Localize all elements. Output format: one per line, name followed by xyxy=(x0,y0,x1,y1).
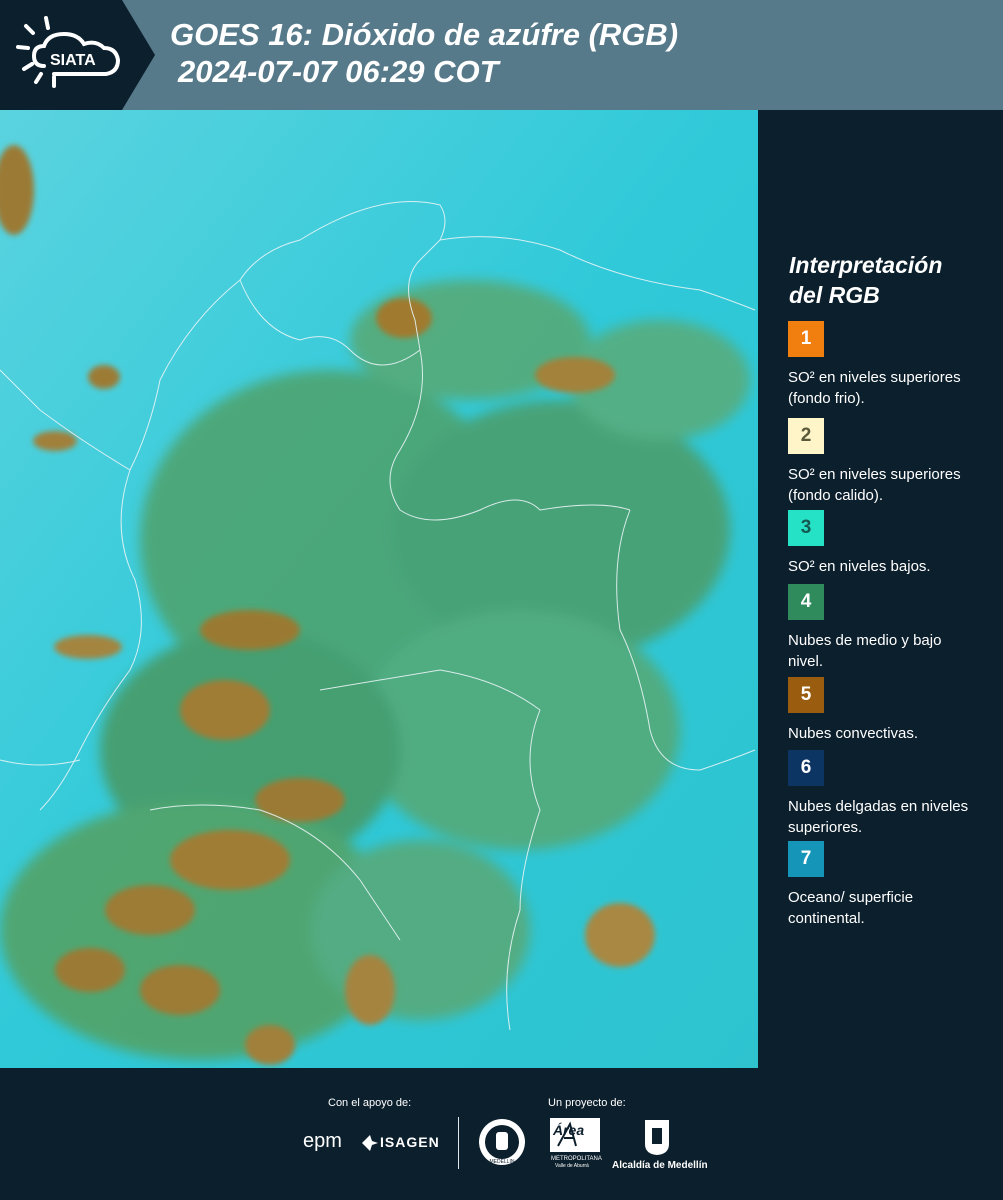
legend-item-7: 7 Oceano/ superficie continental. xyxy=(788,841,978,929)
medellin-seal-icon: MEDELLIN xyxy=(479,1119,525,1165)
legend-title: Interpretación del RGB xyxy=(789,250,989,310)
support-label: Con el apoyo de: xyxy=(328,1097,412,1109)
legend-title-line-2: del RGB xyxy=(789,282,880,308)
legend-text-2: SO² en niveles superiores (fondo calido)… xyxy=(788,466,961,504)
epm-logo: epm xyxy=(303,1130,342,1152)
area-name: Área xyxy=(553,1122,585,1138)
isagen-logo-icon xyxy=(362,1135,378,1151)
title-line-1: GOES 16: Dióxido de azúfre (RGB) xyxy=(170,17,679,52)
project-label: Un proyecto de: xyxy=(548,1097,626,1109)
legend-text-1: SO² en niveles superiores (fondo frio). xyxy=(788,369,961,407)
footer-divider xyxy=(458,1117,459,1169)
legend-text-5: Nubes convectivas. xyxy=(788,725,919,742)
alcaldia-label: Alcaldía de Medellín xyxy=(612,1160,708,1171)
legend-swatch-7: 7 xyxy=(788,841,824,877)
page-title: GOES 16: Dióxido de azúfre (RGB) 2024-07… xyxy=(170,16,678,90)
satellite-map xyxy=(0,110,758,1068)
legend-item-6: 6 Nubes delgadas en niveles superiores. xyxy=(788,750,978,838)
legend-swatch-3: 3 xyxy=(788,510,824,546)
legend-swatch-2: 2 xyxy=(788,418,824,454)
legend-swatch-5: 5 xyxy=(788,677,824,713)
legend-item-1: 1 SO² en niveles superiores (fondo frio)… xyxy=(788,321,978,409)
legend-swatch-6: 6 xyxy=(788,750,824,786)
legend-text-6: Nubes delgadas en niveles superiores. xyxy=(788,798,969,836)
siata-logo-text: SIATA xyxy=(50,52,96,69)
area-sub-2: Valle de Aburrá xyxy=(555,1163,589,1169)
seal-text: MEDELLIN xyxy=(489,1159,514,1165)
isagen-logo: ISAGEN xyxy=(380,1134,440,1150)
legend-text-4: Nubes de medio y bajo nivel. xyxy=(788,632,942,670)
legend-title-line-1: Interpretación xyxy=(789,252,943,278)
legend-swatch-1: 1 xyxy=(788,321,824,357)
area-sub: METROPOLITANA xyxy=(551,1156,602,1162)
title-line-2: 2024-07-07 06:29 COT xyxy=(178,54,499,89)
legend-text-7: Oceano/ superficie continental. xyxy=(788,889,914,927)
siata-logo-icon: SIATA xyxy=(16,16,121,88)
legend-swatch-4: 4 xyxy=(788,584,824,620)
legend-item-2: 2 SO² en niveles superiores (fondo calid… xyxy=(788,418,978,506)
legend-item-5: 5 Nubes convectivas. xyxy=(788,677,978,744)
legend-item-3: 3 SO² en niveles bajos. xyxy=(788,510,978,577)
alcaldia-shield-icon xyxy=(645,1120,669,1155)
legend-item-4: 4 Nubes de medio y bajo nivel. xyxy=(788,584,978,672)
legend-text-3: SO² en niveles bajos. xyxy=(788,558,931,575)
